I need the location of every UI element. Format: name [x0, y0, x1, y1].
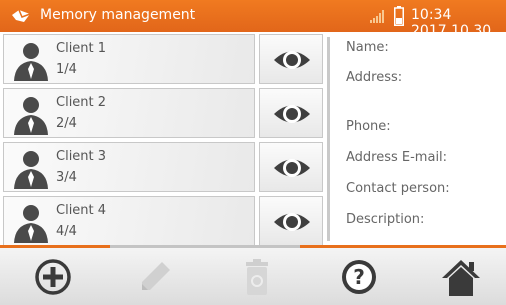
person-icon — [14, 205, 48, 243]
toolbar: ? — [0, 248, 506, 305]
client-index: 4/4 — [56, 224, 77, 239]
edit-button[interactable] — [132, 254, 178, 300]
person-icon — [14, 97, 48, 135]
view-button[interactable] — [259, 88, 323, 138]
list-item[interactable]: Client 4 4/4 — [3, 196, 323, 246]
view-button[interactable] — [259, 196, 323, 246]
add-button[interactable] — [30, 254, 76, 300]
view-button[interactable] — [259, 34, 323, 84]
client-name: Client 3 — [56, 149, 107, 164]
client-details: Name: Address: Phone: Address E-mail: Co… — [346, 34, 506, 244]
eye-icon — [274, 159, 310, 177]
eye-icon — [274, 51, 310, 69]
list-item[interactable]: Client 1 1/4 — [3, 34, 323, 84]
person-icon — [14, 43, 48, 81]
delete-button[interactable] — [234, 254, 280, 300]
email-label: Address E-mail: — [346, 150, 448, 165]
phone-label: Phone: — [346, 119, 391, 134]
svg-text:?: ? — [353, 265, 365, 289]
client-name: Client 1 — [56, 41, 107, 56]
client-list: Client 1 1/4 Client 2 2/4 Client 3 3/4 C… — [0, 34, 326, 246]
add-icon — [35, 259, 71, 295]
eye-icon — [274, 105, 310, 123]
edit-icon — [142, 262, 170, 290]
list-item[interactable]: Client 2 2/4 — [3, 88, 323, 138]
help-button[interactable]: ? — [336, 254, 382, 300]
description-label: Description: — [346, 212, 425, 227]
address-label: Address: — [346, 70, 403, 85]
view-button[interactable] — [259, 142, 323, 192]
person-icon — [14, 151, 48, 189]
help-icon: ? — [342, 260, 376, 294]
client-card[interactable]: Client 1 1/4 — [3, 34, 255, 84]
trash-icon — [246, 259, 268, 295]
list-scrollbar[interactable] — [327, 37, 330, 241]
name-label: Name: — [346, 40, 389, 55]
signal-icon — [370, 10, 384, 23]
page-title: Memory management — [40, 7, 196, 23]
list-item[interactable]: Client 3 3/4 — [3, 142, 323, 192]
client-index: 3/4 — [56, 170, 77, 185]
contact-person-label: Contact person: — [346, 181, 450, 196]
eye-icon — [274, 213, 310, 231]
home-button[interactable] — [438, 254, 484, 300]
client-index: 2/4 — [56, 116, 77, 131]
controller-icon — [12, 9, 31, 22]
battery-icon — [394, 6, 404, 26]
client-card[interactable]: Client 4 4/4 — [3, 196, 255, 246]
client-card[interactable]: Client 2 2/4 — [3, 88, 255, 138]
client-name: Client 4 — [56, 203, 107, 218]
home-icon — [442, 260, 480, 296]
client-name: Client 2 — [56, 95, 107, 110]
client-index: 1/4 — [56, 62, 77, 77]
title-bar: Memory management 10:34 2017.10.30 — [0, 0, 506, 39]
client-card[interactable]: Client 3 3/4 — [3, 142, 255, 192]
